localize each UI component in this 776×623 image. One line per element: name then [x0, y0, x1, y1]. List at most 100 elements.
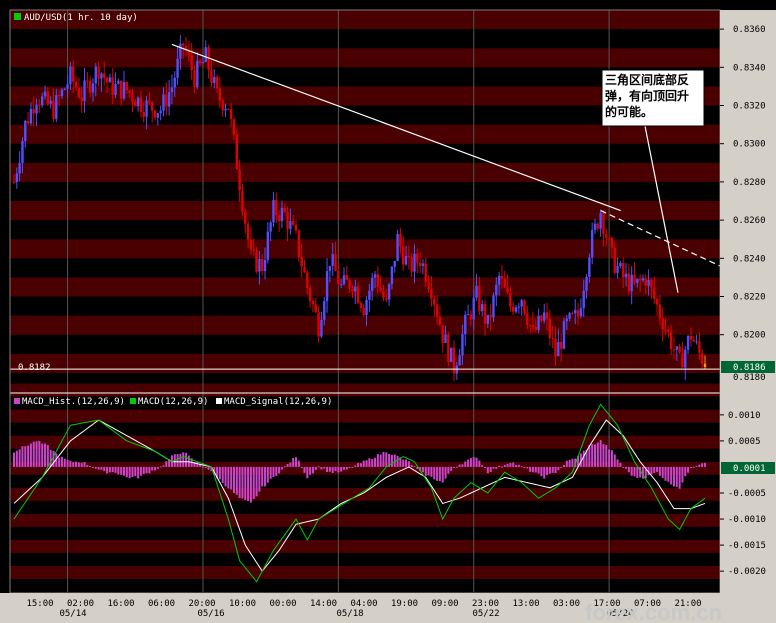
candle-body [63, 88, 66, 90]
histogram-bar [625, 466, 628, 469]
candle-body [300, 257, 303, 267]
histogram-bar [599, 440, 602, 467]
candle-body [531, 324, 535, 327]
histogram-bar [60, 456, 63, 467]
candle-body [681, 352, 684, 368]
histogram-bar [29, 443, 32, 467]
candle-body [131, 93, 134, 102]
histogram-bar [201, 466, 204, 468]
candle-body [331, 254, 334, 266]
candle-body [399, 234, 402, 247]
histogram-bar [283, 466, 286, 468]
candle-body [444, 334, 447, 344]
histogram-bar [357, 463, 360, 467]
candle-body [528, 324, 532, 326]
candle-body [430, 289, 433, 299]
price-tick-label: 0.8200 [733, 331, 766, 341]
candle-body [585, 276, 588, 291]
histogram-bar [89, 466, 92, 468]
histogram-bar [486, 466, 489, 474]
histogram-bar [537, 466, 540, 474]
histogram-bar [498, 465, 501, 467]
histogram-bar [348, 466, 351, 468]
candle-body [435, 304, 439, 317]
candle-body [252, 249, 255, 251]
last-price-label: 0.8186 [733, 363, 766, 373]
price-band [10, 315, 720, 335]
candle-body [134, 101, 137, 107]
candle-body [365, 299, 368, 315]
candle-body [86, 80, 89, 82]
candle-body [416, 253, 419, 263]
candle-body [74, 81, 78, 88]
histogram-bar [568, 459, 571, 467]
candle-body [548, 318, 552, 339]
candle-body [574, 310, 577, 314]
price-band [10, 296, 720, 316]
histogram-bar [495, 466, 498, 469]
candle-body [675, 346, 678, 350]
histogram-bar [63, 458, 66, 467]
candle-body [559, 341, 563, 349]
candle-body [105, 77, 109, 83]
candle-body [269, 222, 272, 232]
candle-body [379, 287, 382, 291]
time-tick-label: 03:00 [553, 599, 580, 609]
candle-body [311, 300, 315, 305]
histogram-bar [249, 466, 252, 503]
candle-body [32, 108, 35, 114]
histogram-bar [241, 466, 244, 499]
histogram-bar [275, 466, 278, 476]
macd-band [10, 513, 720, 527]
histogram-bar [342, 466, 345, 470]
histogram-bar [139, 466, 142, 476]
watermark: forex.com.cn [585, 600, 722, 623]
histogram-bar [309, 466, 312, 475]
main-legend-text: AUD/USD(1 hr. 10 day) [24, 13, 138, 23]
histogram-bar [232, 466, 235, 494]
candle-body [119, 80, 123, 99]
candle-body [246, 223, 250, 240]
candle-body [590, 230, 594, 258]
histogram-bar [684, 466, 687, 477]
histogram-bar [227, 466, 230, 489]
candle-body [512, 306, 515, 312]
candle-body [633, 274, 636, 283]
histogram-bar [695, 465, 698, 467]
histogram-bar [701, 463, 704, 467]
macd-band [10, 539, 720, 553]
histogram-bar [515, 464, 518, 467]
candle-body [176, 58, 179, 78]
candle-body [424, 263, 427, 282]
histogram-bar [681, 466, 684, 483]
candle-body [703, 363, 707, 368]
macd-tick-label: -0.0005 [728, 489, 766, 499]
candle-body [244, 211, 247, 224]
candle-body [433, 298, 436, 305]
histogram-bar [340, 466, 343, 472]
candle-body [362, 308, 365, 315]
histogram-bar [596, 442, 599, 467]
candle-body [167, 92, 171, 107]
candle-body [88, 80, 92, 93]
candle-body [526, 313, 529, 325]
time-tick-label: 00:00 [269, 599, 296, 609]
candle-body [692, 339, 695, 342]
candle-body [658, 304, 662, 318]
candle-body [182, 43, 185, 46]
candle-body [557, 341, 560, 357]
histogram-bar [455, 466, 458, 468]
legend-swatch-hist [14, 398, 20, 404]
macd-legend: MACD_Hist.(12,26,9) MACD(12,26,9) MACD_S… [14, 397, 332, 407]
candle-body [49, 100, 52, 104]
histogram-bar [664, 466, 667, 481]
candle-body [29, 108, 33, 124]
histogram-bar [616, 459, 619, 467]
legend-hist-text: MACD_Hist.(12,26,9) [22, 397, 125, 407]
histogram-bar [650, 466, 653, 475]
candle-body [593, 223, 597, 231]
candle-body [356, 286, 360, 304]
histogram-bar [94, 466, 97, 469]
histogram-bar [557, 466, 560, 471]
candle-body [229, 109, 233, 120]
